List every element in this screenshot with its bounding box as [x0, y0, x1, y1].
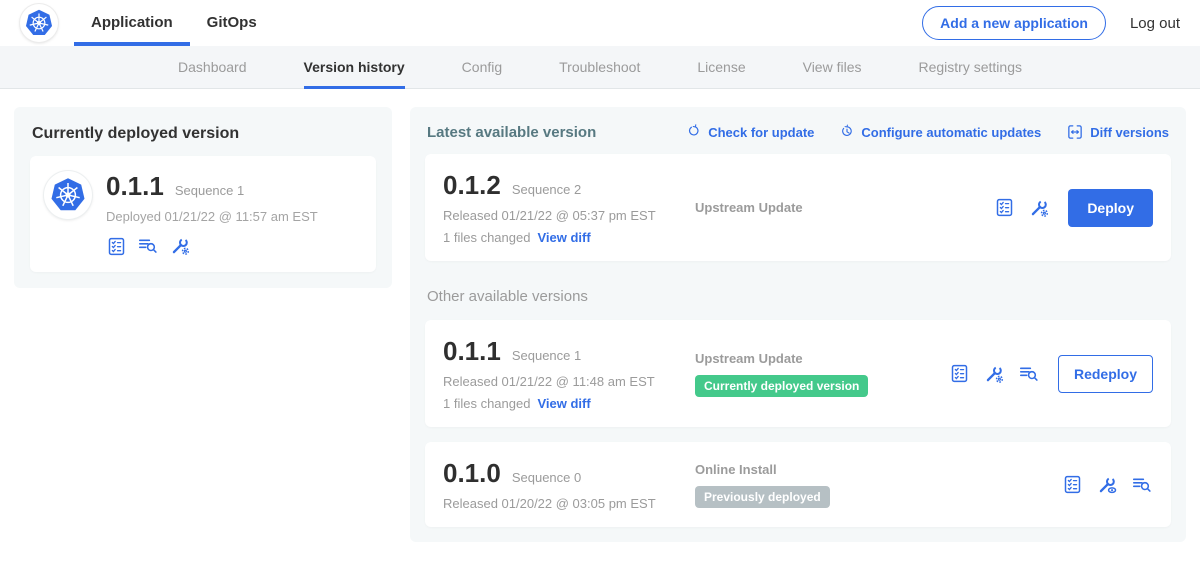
deployed-sequence-label: Sequence 1	[175, 183, 244, 198]
top-nav-tabs: Application GitOps	[74, 0, 274, 46]
app-sub-nav: Dashboard Version history Config Trouble…	[0, 46, 1200, 89]
diff-versions-link[interactable]: Diff versions	[1066, 123, 1169, 141]
currently-deployed-panel: Currently deployed version 0.1.1 Sequenc…	[14, 107, 392, 288]
tab-view-files[interactable]: View files	[803, 46, 862, 89]
version-number: 0.1.0	[443, 458, 501, 489]
view-logs-icon[interactable]	[137, 235, 159, 257]
tab-version-history[interactable]: Version history	[304, 46, 405, 89]
version-info: 0.1.1 Sequence 1 Released 01/21/22 @ 11:…	[443, 336, 695, 411]
version-number: 0.1.1	[443, 336, 501, 367]
files-changed-label: 1 files changed	[443, 396, 530, 411]
preflight-checks-icon[interactable]	[949, 363, 970, 384]
top-nav: Application GitOps Add a new application…	[0, 0, 1200, 46]
main-content: Currently deployed version 0.1.1 Sequenc…	[0, 89, 1200, 542]
update-actions: Check for update Configure automatic upd…	[686, 123, 1169, 141]
version-history-panel: Latest available version Check for updat…	[410, 107, 1186, 542]
preflight-checks-icon[interactable]	[1062, 474, 1083, 495]
deployed-version-info: 0.1.1 Sequence 1 Deployed 01/21/22 @ 11:…	[106, 171, 318, 257]
version-actions	[1062, 474, 1153, 496]
source-label: Online Install	[695, 462, 1052, 477]
preflight-checks-icon[interactable]	[994, 197, 1015, 218]
version-number: 0.1.2	[443, 170, 501, 201]
tab-application[interactable]: Application	[74, 0, 190, 46]
deployed-actions	[106, 235, 318, 257]
released-timestamp: Released 01/20/22 @ 03:05 pm EST	[443, 496, 695, 511]
version-source: Online Install Previously deployed	[695, 462, 1062, 508]
view-diff-link[interactable]: View diff	[537, 396, 590, 411]
configure-automatic-updates-link[interactable]: Configure automatic updates	[839, 123, 1041, 141]
view-diff-link[interactable]: View diff	[537, 230, 590, 245]
version-actions: Redeploy	[949, 355, 1153, 393]
check-for-update-link[interactable]: Check for update	[686, 123, 814, 141]
diff-versions-label: Diff versions	[1090, 125, 1169, 140]
deploy-button[interactable]: Deploy	[1068, 189, 1153, 227]
app-logo	[44, 171, 92, 219]
currently-deployed-badge: Currently deployed version	[695, 375, 868, 397]
tab-troubleshoot[interactable]: Troubleshoot	[559, 46, 640, 89]
refresh-icon	[686, 124, 702, 140]
deployed-version-card: 0.1.1 Sequence 1 Deployed 01/21/22 @ 11:…	[30, 156, 376, 272]
deployed-timestamp: Deployed 01/21/22 @ 11:57 am EST	[106, 209, 318, 224]
check-for-update-label: Check for update	[708, 125, 814, 140]
sequence-label: Sequence 1	[512, 348, 581, 363]
view-logs-icon[interactable]	[1018, 363, 1040, 385]
previously-deployed-badge: Previously deployed	[695, 486, 830, 508]
tab-gitops[interactable]: GitOps	[190, 0, 274, 46]
version-actions: Deploy	[994, 189, 1153, 227]
version-info: 0.1.0 Sequence 0 Released 01/20/22 @ 03:…	[443, 458, 695, 511]
source-label: Upstream Update	[695, 200, 984, 215]
redeploy-button[interactable]: Redeploy	[1058, 355, 1153, 393]
edit-config-icon[interactable]	[1028, 197, 1050, 219]
logout-link[interactable]: Log out	[1130, 15, 1180, 32]
tab-registry-settings[interactable]: Registry settings	[919, 46, 1022, 89]
kubernetes-logo[interactable]	[20, 4, 58, 42]
edit-config-icon[interactable]	[169, 235, 191, 257]
version-card-0-1-1: 0.1.1 Sequence 1 Released 01/21/22 @ 11:…	[425, 320, 1171, 427]
clock-refresh-icon	[839, 124, 855, 140]
tab-dashboard[interactable]: Dashboard	[178, 46, 247, 89]
other-versions-title: Other available versions	[427, 288, 1169, 305]
view-logs-icon[interactable]	[1131, 474, 1153, 496]
latest-version-header: Latest available version Check for updat…	[427, 123, 1169, 141]
latest-version-title: Latest available version	[427, 124, 596, 141]
configure-automatic-updates-label: Configure automatic updates	[861, 125, 1041, 140]
tab-config[interactable]: Config	[462, 46, 502, 89]
version-source: Upstream Update	[695, 200, 994, 215]
files-changed-label: 1 files changed	[443, 230, 530, 245]
view-config-icon[interactable]	[1096, 474, 1118, 496]
add-application-button[interactable]: Add a new application	[922, 6, 1106, 40]
preflight-checks-icon[interactable]	[106, 236, 127, 257]
sequence-label: Sequence 0	[512, 470, 581, 485]
sequence-label: Sequence 2	[512, 182, 581, 197]
kubernetes-helm-icon	[49, 176, 87, 214]
kubernetes-helm-icon	[24, 8, 54, 38]
diff-panels-icon	[1066, 123, 1084, 141]
tab-license[interactable]: License	[697, 46, 745, 89]
top-nav-right: Add a new application Log out	[922, 6, 1180, 40]
version-info: 0.1.2 Sequence 2 Released 01/21/22 @ 05:…	[443, 170, 695, 245]
version-card-0-1-2: 0.1.2 Sequence 2 Released 01/21/22 @ 05:…	[425, 154, 1171, 261]
released-timestamp: Released 01/21/22 @ 05:37 pm EST	[443, 208, 695, 223]
currently-deployed-title: Currently deployed version	[32, 125, 374, 143]
version-card-0-1-0: 0.1.0 Sequence 0 Released 01/20/22 @ 03:…	[425, 442, 1171, 527]
version-source: Upstream Update Currently deployed versi…	[695, 351, 949, 397]
released-timestamp: Released 01/21/22 @ 11:48 am EST	[443, 374, 695, 389]
edit-config-icon[interactable]	[983, 363, 1005, 385]
source-label: Upstream Update	[695, 351, 939, 366]
deployed-version-number: 0.1.1	[106, 171, 164, 202]
